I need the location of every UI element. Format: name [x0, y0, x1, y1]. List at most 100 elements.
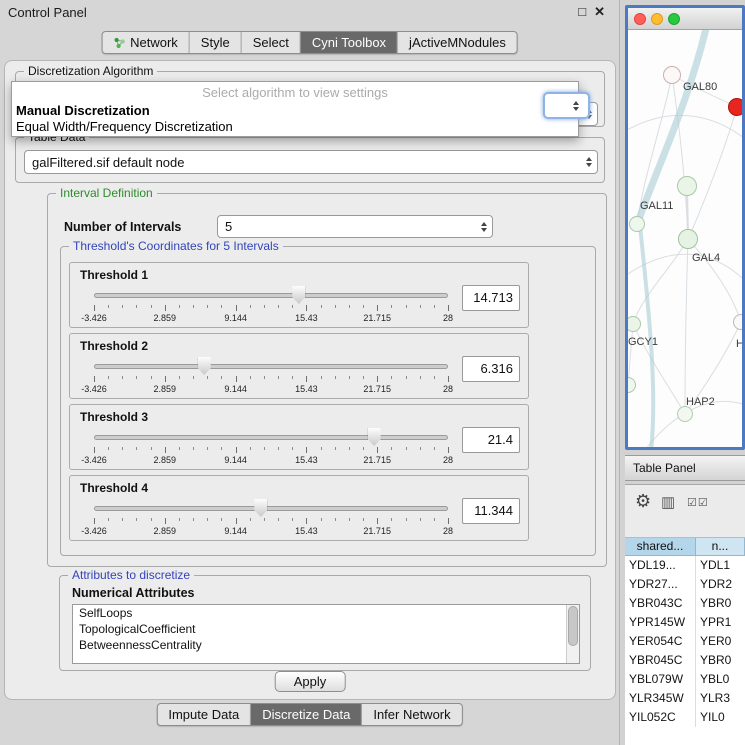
tab-cyni-toolbox[interactable]: Cyni Toolbox: [301, 32, 398, 53]
network-window-titlebar[interactable]: [628, 8, 742, 30]
threshold-panel: Threshold 2 -3.4262.8599.14415.4321.71528…: [69, 333, 529, 399]
table-row[interactable]: YBL079WYBL0: [625, 670, 745, 689]
group-title: Discretization Algorithm: [24, 64, 157, 78]
tab-select[interactable]: Select: [242, 32, 301, 53]
network-node[interactable]: [677, 406, 693, 422]
network-node[interactable]: [678, 229, 698, 249]
table-cell: YER0: [696, 632, 745, 651]
slider-track: [94, 435, 448, 440]
slider-thumb[interactable]: [254, 499, 267, 517]
table-row[interactable]: YBR043CYBR0: [625, 594, 745, 613]
float-window-icon[interactable]: □: [578, 4, 586, 20]
group-title: Threshold's Coordinates for 5 Intervals: [69, 239, 283, 253]
select-columns-icon[interactable]: ☑☑: [687, 496, 709, 509]
zoom-traffic-light-icon[interactable]: [668, 13, 680, 25]
table-row[interactable]: YBR045CYBR0: [625, 651, 745, 670]
tab-label: Infer Network: [373, 707, 450, 722]
slider-ticks: [94, 305, 448, 312]
tick-label: 2.859: [154, 384, 177, 394]
dropdown-placeholder-text: Select algorithm to view settings: [12, 85, 578, 102]
node-table: shared...n... YDL19...YDL1YDR27...YDR2YB…: [625, 537, 745, 745]
attribute-items: SelfLoopsTopologicalCoefficientBetweenne…: [73, 605, 579, 653]
tab-infer-network[interactable]: Infer Network: [362, 704, 461, 725]
threshold-value-field[interactable]: 11.344: [462, 498, 520, 524]
network-node[interactable]: [677, 176, 697, 196]
threshold-value-field[interactable]: 21.4: [462, 427, 520, 453]
algorithm-option[interactable]: Equal Width/Frequency Discretization: [12, 118, 578, 134]
network-node[interactable]: [728, 98, 742, 116]
control-panel-tab-bar: Network Style SelectCyni ToolboxjActiveMNo…: [101, 31, 518, 54]
threshold-slider[interactable]: -3.4262.8599.14415.4321.71528: [94, 427, 448, 467]
gear-icon[interactable]: ⚙: [635, 491, 651, 512]
tick-label: 21.715: [363, 455, 391, 465]
tick-label: 9.144: [224, 526, 247, 536]
close-icon[interactable]: ✕: [594, 4, 605, 20]
cyni-bottom-tab-bar: Impute DataDiscretize Data Infer Network: [156, 703, 462, 726]
tab-label: Style: [201, 35, 230, 50]
table-row[interactable]: YER054CYER0: [625, 632, 745, 651]
apply-button[interactable]: Apply: [275, 671, 346, 692]
algorithm-combobox-focused-corner[interactable]: [543, 92, 590, 119]
tick-label: 21.715: [363, 526, 391, 536]
list-scrollbar[interactable]: [566, 605, 579, 663]
tab-impute-data[interactable]: Impute Data: [157, 704, 251, 725]
close-traffic-light-icon[interactable]: [634, 13, 646, 25]
numerical-attributes-label: Numerical Attributes: [72, 586, 194, 600]
table-cell: YBL0: [696, 670, 745, 689]
threshold-slider[interactable]: -3.4262.8599.14415.4321.71528: [94, 498, 448, 538]
threshold-panel: Threshold 4-3.4262.8599.14415.4321.71528…: [69, 475, 529, 541]
slider-ticks: [94, 518, 448, 525]
threshold-slider[interactable]: -3.4262.8599.14415.4321.71528: [94, 285, 448, 325]
tab-jactivemnodules[interactable]: jActiveMNodules: [398, 32, 517, 53]
slider-thumb[interactable]: [368, 428, 381, 446]
table-cell: YBR045C: [625, 651, 696, 670]
slider-thumb[interactable]: [292, 286, 305, 304]
threshold-panel: Threshold 1-3.4262.8599.14415.4321.71528…: [69, 262, 529, 328]
column-header[interactable]: shared...: [625, 538, 696, 556]
columns-icon[interactable]: ▥: [661, 493, 675, 511]
network-view-window: GAL80GAL11GAL4GCY1HAP2H: [625, 5, 745, 450]
attribute-list-item[interactable]: SelfLoops: [73, 605, 579, 621]
numerical-attributes-list[interactable]: SelfLoopsTopologicalCoefficientBetweenne…: [72, 604, 580, 664]
table-row[interactable]: YDR27...YDR2: [625, 575, 745, 594]
table-row[interactable]: YIL052CYIL0: [625, 708, 745, 727]
tab-style[interactable]: Style: [190, 32, 242, 53]
network-icon: [113, 37, 125, 49]
window-controls: □ ✕: [578, 4, 605, 20]
table-row[interactable]: YLR345WYLR3: [625, 689, 745, 708]
table-cell: YER054C: [625, 632, 696, 651]
threshold-value-field[interactable]: 6.316: [462, 356, 520, 382]
table-cell: YBR043C: [625, 594, 696, 613]
threshold-slider[interactable]: -3.4262.8599.14415.4321.71528: [94, 356, 448, 396]
table-row[interactable]: YPR145WYPR1: [625, 613, 745, 632]
threshold-value-field[interactable]: 14.713: [462, 285, 520, 311]
slider-thumb[interactable]: [198, 357, 211, 375]
network-canvas[interactable]: GAL80GAL11GAL4GCY1HAP2H: [628, 30, 742, 447]
slider-ticks: [94, 376, 448, 383]
number-of-intervals-label: Number of Intervals: [64, 220, 181, 234]
attribute-list-item[interactable]: TopologicalCoefficient: [73, 621, 579, 637]
network-node[interactable]: [629, 216, 645, 232]
attribute-list-item[interactable]: BetweennessCentrality: [73, 637, 579, 653]
table-data-combobox[interactable]: galFiltered.sif default node: [24, 150, 598, 174]
column-header[interactable]: n...: [696, 538, 745, 556]
threshold-panels: Threshold 1-3.4262.8599.14415.4321.71528…: [69, 262, 587, 546]
network-node[interactable]: [663, 66, 681, 84]
tab-discretize-data[interactable]: Discretize Data: [251, 704, 362, 725]
table-cell: YPR145W: [625, 613, 696, 632]
network-node-label: H: [736, 338, 742, 350]
algorithm-option[interactable]: Manual Discretization: [12, 102, 578, 118]
slider-track: [94, 506, 448, 511]
minimize-traffic-light-icon[interactable]: [651, 13, 663, 25]
scrollbar-thumb[interactable]: [568, 606, 578, 646]
network-node[interactable]: [733, 314, 742, 330]
table-cell: YDR27...: [625, 575, 696, 594]
table-row[interactable]: YDL19...YDL1: [625, 556, 745, 575]
tick-label: -3.426: [81, 384, 107, 394]
tick-label: 2.859: [154, 313, 177, 323]
number-of-intervals-combobox[interactable]: 5: [217, 215, 493, 238]
tab-network[interactable]: Network: [102, 32, 190, 53]
threshold-label: Threshold 2: [80, 339, 148, 353]
tick-label: 28: [443, 384, 453, 394]
table-panel-header[interactable]: Table Panel: [625, 455, 745, 481]
